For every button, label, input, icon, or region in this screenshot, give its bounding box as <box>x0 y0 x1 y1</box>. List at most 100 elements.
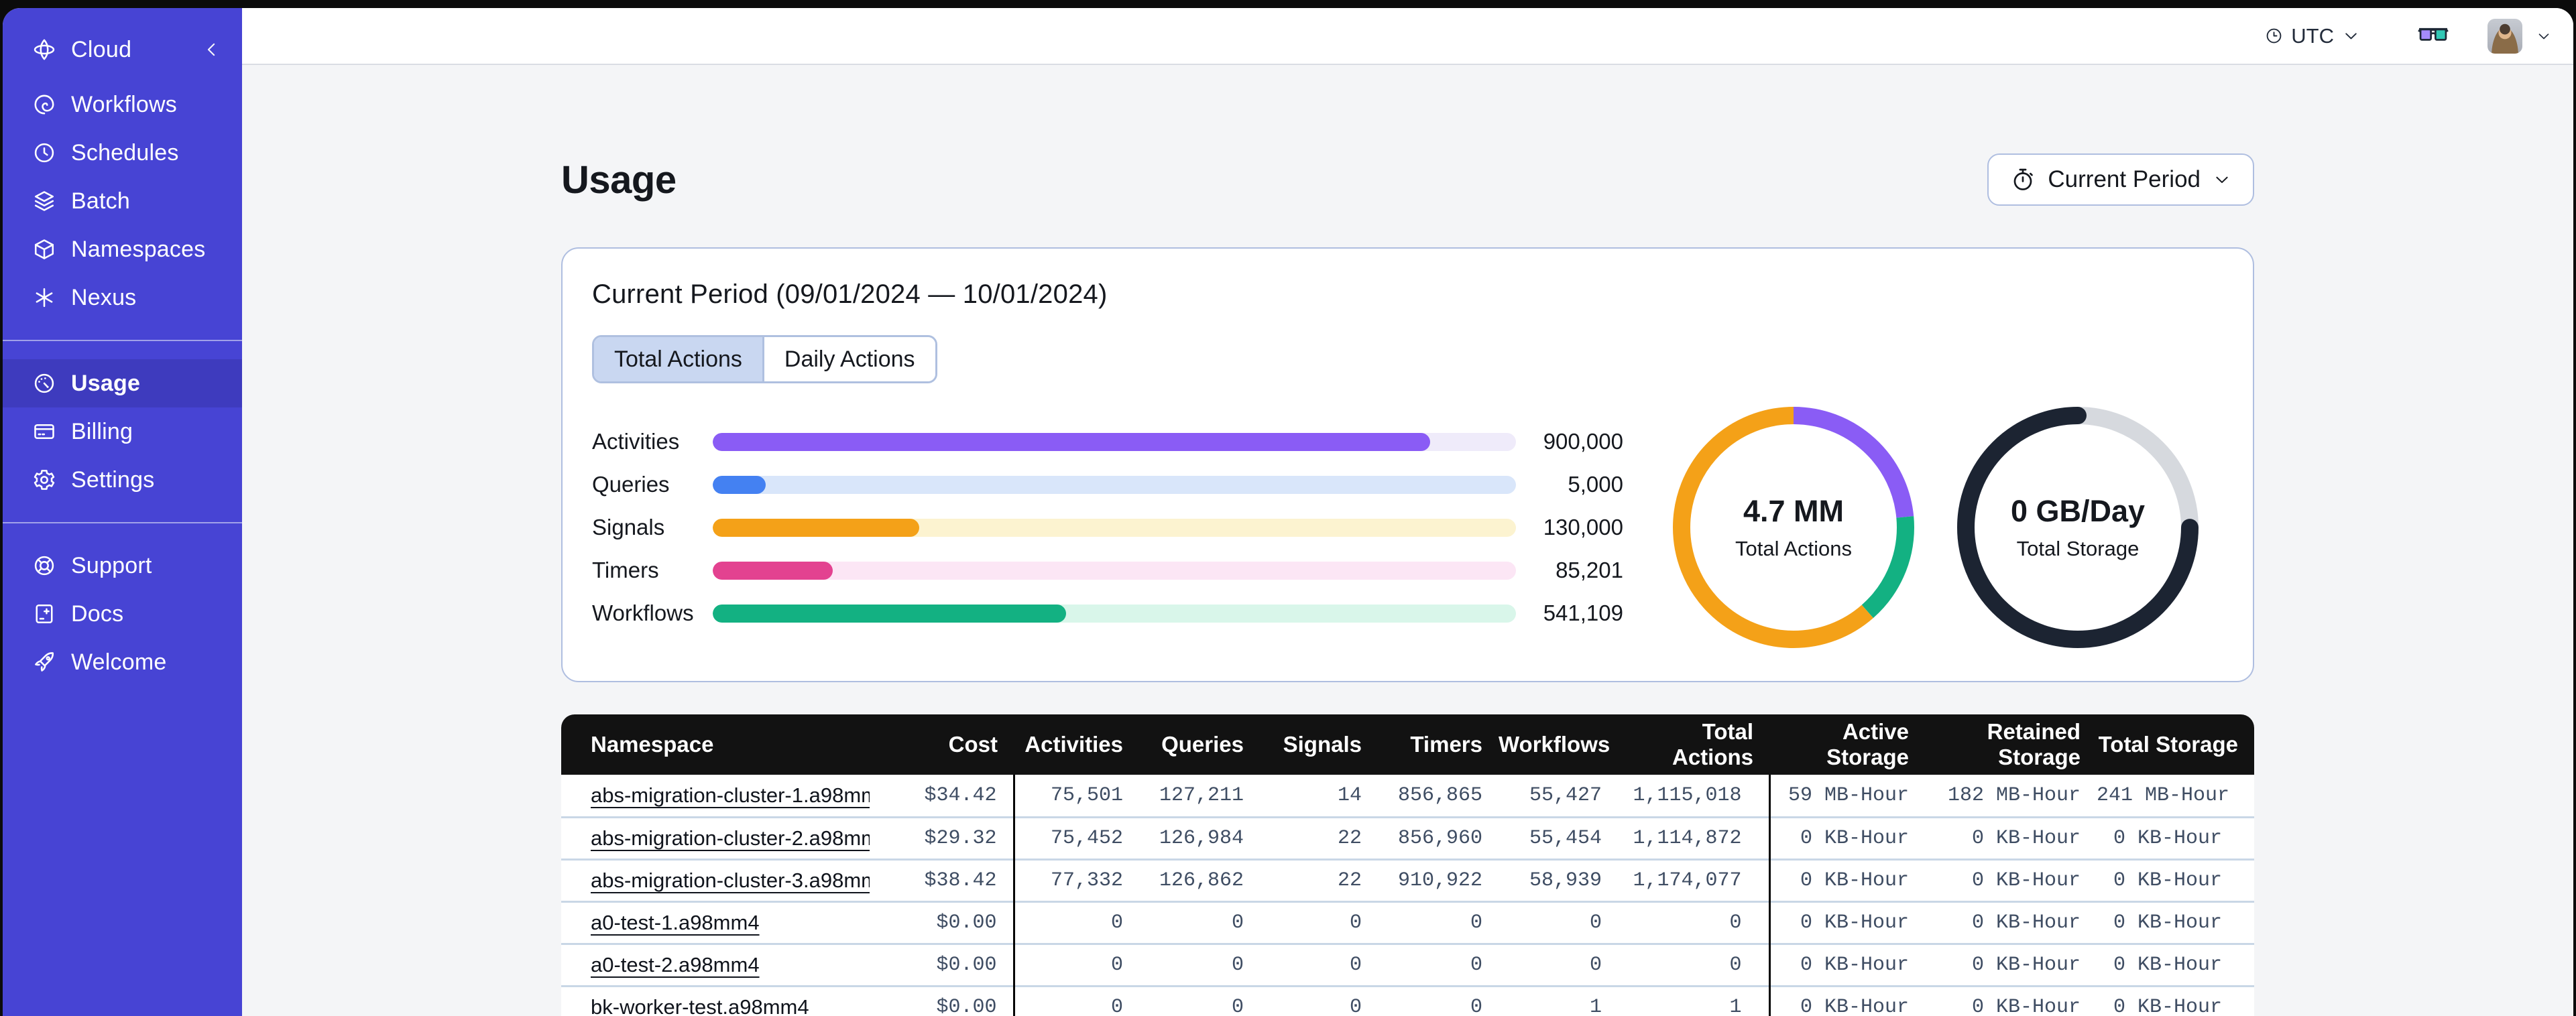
tab-daily-actions[interactable]: Daily Actions <box>762 337 935 381</box>
sidebar-item-label: Workflows <box>71 91 177 117</box>
sidebar-item-label: Settings <box>71 466 155 493</box>
table-cell: 0 <box>1139 900 1260 944</box>
column-header-namespace[interactable]: Namespace <box>561 714 870 775</box>
tab-total-actions[interactable]: Total Actions <box>594 337 762 381</box>
namespace-link[interactable]: a0-test-2.a98mm4 <box>591 953 760 976</box>
sidebar-item-batch[interactable]: Batch <box>3 177 242 225</box>
sidebar-item-usage[interactable]: Usage <box>3 359 242 407</box>
usage-donut-charts: 4.7 MM Total Actions 0 GB/Day Total Storage <box>1672 406 2199 649</box>
sidebar-collapse-button[interactable] <box>202 40 222 60</box>
temporal-logo-icon <box>32 38 56 62</box>
sidebar-item-docs[interactable]: Docs <box>3 590 242 638</box>
usage-bar-row-workflows: Workflows 541,109 <box>592 600 1623 625</box>
sidebar-nav: Workflows Schedules Batch Namespaces Nexus Us… <box>3 80 242 686</box>
table-cell: 910,922 <box>1378 858 1499 901</box>
table-cell: 0 <box>1260 985 1378 1016</box>
namespace-cell: bk-worker-test.a98mm4 <box>561 985 870 1016</box>
stopwatch-icon <box>2010 167 2036 192</box>
table-cell: 0 KB-Hour <box>1925 816 2097 859</box>
sidebar-item-namespaces[interactable]: Namespaces <box>3 225 242 273</box>
table-cell: 0 <box>1618 900 1769 944</box>
sidebar-item-welcome[interactable]: Welcome <box>3 638 242 686</box>
table-cell: 0 KB-Hour <box>1925 858 2097 901</box>
usage-bar-row-activities: Activities 900,000 <box>592 429 1623 454</box>
sidebar-item-workflows[interactable]: Workflows <box>3 80 242 129</box>
sidebar-item-settings[interactable]: Settings <box>3 456 242 504</box>
table-cell: 0 KB-Hour <box>1768 816 1925 859</box>
column-header-activities[interactable]: Activities <box>1014 714 1139 775</box>
table-cell: 75,452 <box>1012 816 1139 859</box>
sidebar-item-support[interactable]: Support <box>3 542 242 590</box>
batch-icon <box>32 189 56 213</box>
column-header-retained-storage[interactable]: Retained Storage <box>1925 714 2097 775</box>
bar-value: 900,000 <box>1543 429 1623 454</box>
table-cell: 126,984 <box>1139 816 1260 859</box>
table-header: Namespace Cost Activities Queries Signals Tim… <box>561 714 2254 775</box>
namespace-usage-table: Namespace Cost Activities Queries Signals Tim… <box>561 714 2254 1016</box>
content-area: Usage Current Period Current Period (09/… <box>242 65 2573 1016</box>
period-selector-button[interactable]: Current Period <box>1987 153 2254 206</box>
table-cell: 0 <box>1260 900 1378 944</box>
bar-track <box>713 604 1516 623</box>
donut-label: Total Actions <box>1735 537 1853 560</box>
namespace-link[interactable]: bk-worker-test.a98mm4 <box>591 995 809 1016</box>
namespace-link[interactable]: abs-migration-cluster-3.a98mm4 <box>591 869 870 892</box>
bar-fill <box>713 604 1067 623</box>
sidebar-item-schedules[interactable]: Schedules <box>3 129 242 177</box>
donut-center: 0 GB/Day Total Storage <box>1956 406 2199 649</box>
table-cell: 127,211 <box>1139 775 1260 817</box>
usage-bar-row-queries: Queries 5,000 <box>592 472 1623 497</box>
table-cell: 75,501 <box>1012 775 1139 817</box>
sidebar-brand: Cloud <box>3 28 242 71</box>
column-header-total-storage[interactable]: Total Storage <box>2097 714 2254 775</box>
avatar[interactable] <box>2487 18 2522 54</box>
namespace-link[interactable]: abs-migration-cluster-1.a98mm4 <box>591 783 870 807</box>
table-cell: 856,865 <box>1378 775 1499 817</box>
sidebar-item-nexus[interactable]: Nexus <box>3 273 242 322</box>
table-cell: 0 KB-Hour <box>2097 816 2254 859</box>
bar-label: Workflows <box>592 600 694 625</box>
sidebar-item-billing[interactable]: Billing <box>3 407 242 456</box>
bar-value: 130,000 <box>1543 515 1623 539</box>
chevron-down-icon <box>2342 27 2360 45</box>
sidebar-item-label: Usage <box>71 370 141 396</box>
account-chevron-down-icon[interactable] <box>2536 28 2552 44</box>
column-header-total-actions[interactable]: Total Actions <box>1618 714 1769 775</box>
glasses-icon[interactable] <box>2418 25 2449 47</box>
column-header-queries[interactable]: Queries <box>1139 714 1260 775</box>
column-header-signals[interactable]: Signals <box>1260 714 1378 775</box>
bar-value: 5,000 <box>1568 472 1623 497</box>
actions-tab-group: Total Actions Daily Actions <box>592 335 937 383</box>
column-header-active-storage[interactable]: Active Storage <box>1769 714 1925 775</box>
table-cell: 0 <box>1378 985 1499 1016</box>
table-cell: 1 <box>1618 985 1769 1016</box>
sidebar-divider <box>3 340 242 341</box>
column-header-timers[interactable]: Timers <box>1378 714 1499 775</box>
bar-fill <box>713 518 919 537</box>
table-cell: $38.42 <box>870 858 1014 901</box>
donut-value: 0 GB/Day <box>2010 494 2146 528</box>
table-cell: 0 <box>1012 942 1139 986</box>
namespace-link[interactable]: abs-migration-cluster-2.a98mm4 <box>591 826 870 850</box>
timezone-selector[interactable]: UTC <box>2265 24 2360 48</box>
donut-center: 4.7 MM Total Actions <box>1672 406 1915 649</box>
schedules-icon <box>32 141 56 165</box>
usage-table: Namespace Cost Activities Queries Signals Tim… <box>561 714 2254 1016</box>
column-header-cost[interactable]: Cost <box>870 714 1014 775</box>
docs-icon <box>32 602 56 626</box>
table-cell: 0 <box>1012 985 1139 1016</box>
table-row: abs-migration-cluster-2.a98mm4 $29.32 75,4… <box>561 816 2254 859</box>
support-icon <box>32 554 56 578</box>
donut-value: 4.7 MM <box>1743 494 1845 528</box>
usage-charts: Activities 900,000 Queries 5,000 Signals 130,… <box>592 406 2223 649</box>
namespace-link[interactable]: a0-test-1.a98mm4 <box>591 911 760 934</box>
bar-label: Activities <box>592 429 680 454</box>
sidebar-divider <box>3 522 242 523</box>
namespaces-icon <box>32 237 56 261</box>
table-cell: 0 KB-Hour <box>1925 985 2097 1016</box>
table-cell: 1 <box>1499 985 1618 1016</box>
brand-label: Cloud <box>71 36 132 62</box>
column-header-workflows[interactable]: Workflows <box>1499 714 1618 775</box>
table-row: a0-test-2.a98mm4 $0.00 0 0 0 0 0 0 0 KB-Hour 0 KB… <box>561 942 2254 986</box>
table-cell: 0 KB-Hour <box>1768 985 1925 1016</box>
